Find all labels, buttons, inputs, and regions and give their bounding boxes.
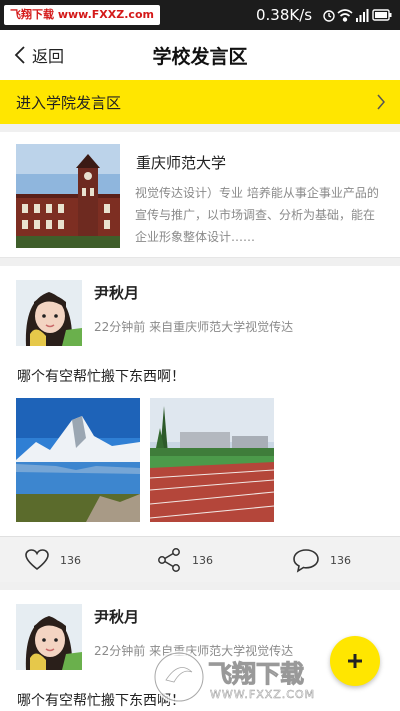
alarm-icon	[323, 10, 335, 22]
author-name[interactable]: 尹秋月	[94, 606, 139, 627]
mountain-lake-photo[interactable]	[16, 398, 140, 522]
plus-icon	[348, 654, 362, 668]
like-button[interactable]: 136	[24, 546, 81, 574]
heart-icon	[25, 549, 49, 571]
enter-college-forum-banner[interactable]: 进入学院发言区	[0, 80, 400, 124]
post-actions: 136 136 136	[0, 536, 400, 582]
banner-label: 进入学院发言区	[16, 93, 122, 112]
school-card[interactable]: 重庆师范大学 视觉传达设计）专业 培养能从事企事业产品的宣传与推广，以市场调查、…	[0, 132, 400, 258]
post-meta: 22分钟前 来自重庆师范大学视觉传达	[94, 644, 294, 658]
comment-bubble-icon	[293, 549, 319, 573]
school-name: 重庆师范大学	[136, 154, 227, 172]
post-meta: 22分钟前 来自重庆师范大学视觉传达	[94, 320, 294, 334]
back-button[interactable]: 返回	[14, 43, 64, 67]
signal-icon	[356, 9, 369, 22]
avatar[interactable]	[16, 280, 82, 346]
status-icons	[323, 9, 392, 22]
author-name[interactable]: 尹秋月	[94, 282, 139, 303]
post-card: 尹秋月 22分钟前 来自重庆师范大学视觉传达 哪个有空帮忙搬下东西啊！ 136	[0, 266, 400, 582]
share-count: 136	[192, 553, 213, 567]
comment-button[interactable]: 136	[292, 546, 351, 574]
post-text: 哪个有空帮忙搬下东西啊！	[17, 693, 185, 709]
status-bar: 飞翔下载 www.FXXZ.com 0.38K/s	[0, 0, 400, 30]
watermark-badge: 飞翔下载 www.FXXZ.com	[4, 5, 160, 25]
school-building-photo	[16, 144, 120, 248]
wifi-icon	[337, 9, 353, 22]
share-button[interactable]: 136	[156, 546, 213, 574]
share-icon	[158, 548, 180, 572]
back-label: 返回	[32, 47, 65, 66]
like-count: 136	[60, 553, 81, 567]
network-speed: 0.38K/s	[256, 6, 313, 24]
comment-count: 136	[330, 553, 351, 567]
chevron-right-icon	[377, 94, 385, 110]
title-bar: 返回 学校发言区	[0, 30, 400, 80]
battery-icon	[372, 9, 392, 21]
compose-fab[interactable]	[330, 636, 380, 686]
post-text: 哪个有空帮忙搬下东西啊！	[17, 369, 185, 385]
chevron-left-icon	[14, 46, 25, 64]
avatar[interactable]	[16, 604, 82, 670]
running-track-photo[interactable]	[150, 398, 274, 522]
school-description: 视觉传达设计）专业 培养能从事企事业产品的宣传与推广，以市场调查、分析为基础，能…	[135, 186, 379, 244]
